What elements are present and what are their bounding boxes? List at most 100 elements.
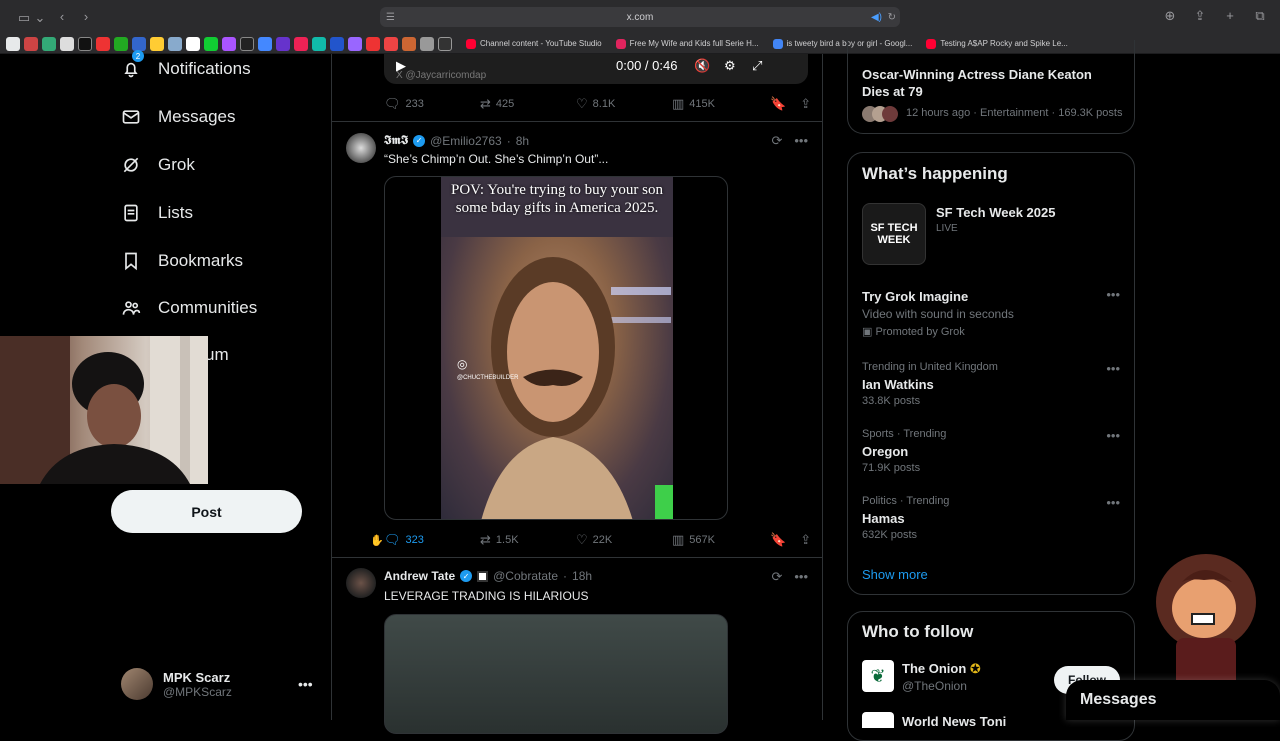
event-title: SF Tech Week 2025 <box>936 205 1056 220</box>
nav-messages[interactable]: Messages <box>120 106 235 128</box>
favicon[interactable] <box>330 36 344 51</box>
favicon[interactable] <box>240 36 254 51</box>
bookmark-icon[interactable]: 🔖 <box>770 96 786 112</box>
like-button[interactable]: ♡ 8.1K <box>576 96 672 112</box>
reply-button[interactable]: 🗨 233 <box>384 96 480 112</box>
nav-lists[interactable]: Lists <box>120 202 193 224</box>
favicon[interactable] <box>222 36 236 51</box>
favicon[interactable] <box>150 36 164 51</box>
tab-overview-icon[interactable]: ⧉ <box>1248 8 1272 24</box>
back-icon[interactable]: ‹ <box>50 9 74 24</box>
favicon[interactable] <box>258 36 272 51</box>
nav-premium[interactable]: um <box>205 345 229 365</box>
grok-icon <box>120 154 142 176</box>
profile-handle: @MPKScarz <box>163 684 232 699</box>
more-icon[interactable]: ••• <box>794 133 808 149</box>
share-icon[interactable]: ⇪ <box>1188 8 1212 24</box>
nav-notifications[interactable]: 2 Notifications <box>120 50 251 80</box>
favicon[interactable] <box>132 36 146 51</box>
tweet-video[interactable] <box>384 614 728 734</box>
author-handle[interactable]: @Cobratate <box>493 569 558 583</box>
event-item[interactable]: SF TECH WEEK SF Tech Week 2025 LIVE <box>862 203 1122 267</box>
chevron-down-icon[interactable]: ⌄ <box>28 10 52 26</box>
avatar <box>862 712 894 728</box>
favicon[interactable] <box>312 36 326 51</box>
tweet-time[interactable]: 18h <box>572 569 592 583</box>
nav-grok[interactable]: Grok <box>120 154 195 176</box>
speaker-icon[interactable]: ◀) <box>871 12 882 23</box>
bookmark-free-my-wife[interactable]: Free My Wife and Kids full Serie H... <box>615 38 759 49</box>
share-icon[interactable]: ⇪ <box>800 532 811 548</box>
forward-icon[interactable]: › <box>74 9 98 24</box>
favicon[interactable] <box>24 36 38 51</box>
bookmark-youtube-studio[interactable]: Channel content - YouTube Studio <box>466 38 602 49</box>
bookmark-icon[interactable]: 🔖 <box>770 532 786 548</box>
favicon[interactable] <box>294 36 308 51</box>
verified-gold-icon: ✪ <box>969 661 981 676</box>
author-name[interactable]: 𝕴𝖒𝕴 <box>384 133 408 148</box>
reload-icon[interactable]: ↻ <box>888 12 896 23</box>
share-icon[interactable]: ⇪ <box>800 96 811 112</box>
reply-button[interactable]: 🗨 323 <box>384 532 480 548</box>
address-bar[interactable]: ☰ x.com ◀) ↻ <box>380 7 900 27</box>
downloads-icon[interactable]: ⊕ <box>1158 8 1182 24</box>
repost-button[interactable]: ⇄ 1.5K <box>480 532 576 548</box>
favicon[interactable] <box>384 36 398 51</box>
favicon[interactable] <box>204 36 218 51</box>
more-icon[interactable]: ••• <box>794 569 808 585</box>
more-icon[interactable]: ••• <box>1106 287 1120 302</box>
favicon[interactable] <box>6 36 20 51</box>
like-button[interactable]: ♡ 22K <box>576 532 672 548</box>
tweet-video[interactable]: POV: You're trying to buy your son some … <box>384 176 728 520</box>
promo-item[interactable]: Try Grok Imagine Video with sound in sec… <box>848 287 1134 343</box>
favicon[interactable] <box>366 36 380 51</box>
messages-drawer[interactable]: Messages <box>1066 680 1280 720</box>
views-button[interactable]: ▥ 415K <box>672 96 768 112</box>
favicon[interactable] <box>438 36 452 51</box>
grok-explain-icon[interactable]: ⟳ <box>771 133 782 149</box>
author-name[interactable]: Andrew Tate <box>384 569 455 583</box>
grok-explain-icon[interactable]: ⟳ <box>771 569 782 585</box>
fullscreen-icon[interactable]: ⤢ <box>752 58 762 74</box>
verified-badge-icon: ✓ <box>413 134 426 147</box>
more-icon[interactable]: ••• <box>298 676 313 692</box>
trend-item[interactable]: Politics · Trending Hamas 632K posts ••• <box>848 495 1134 545</box>
reply-icon: 🗨 <box>384 532 401 547</box>
video-player[interactable]: ▶ X @Jaycarricomdap 0:00 / 0:46 🔇 ⚙ ⤢ <box>384 54 808 84</box>
favicon[interactable] <box>42 36 56 51</box>
mute-icon[interactable]: 🔇 <box>694 58 710 74</box>
tweet-text: “She’s Chimp’n Out. She’s Chimp’n Out”..… <box>384 152 609 166</box>
favicon[interactable] <box>276 36 290 51</box>
show-more-link[interactable]: Show more <box>862 567 928 582</box>
author-handle[interactable]: @Emilio2763 <box>430 134 502 148</box>
nav-bookmarks[interactable]: Bookmarks <box>120 250 243 272</box>
post-button[interactable]: Post <box>111 490 302 533</box>
nav-communities[interactable]: Communities <box>120 297 257 319</box>
more-icon[interactable]: ••• <box>1106 428 1120 443</box>
page-settings-icon[interactable]: ☰ <box>386 12 395 23</box>
favicon[interactable] <box>96 36 110 51</box>
favicon[interactable] <box>60 36 74 51</box>
settings-icon[interactable]: ⚙ <box>724 58 736 74</box>
favicon[interactable] <box>420 36 434 51</box>
avatar[interactable] <box>346 568 376 598</box>
repost-button[interactable]: ⇄ 425 <box>480 96 576 112</box>
avatar[interactable] <box>346 133 376 163</box>
favicon[interactable] <box>186 36 200 51</box>
favicon[interactable] <box>168 36 182 51</box>
new-tab-icon[interactable]: + <box>1218 8 1242 24</box>
favicon[interactable] <box>348 36 362 51</box>
trend-item[interactable]: Sports · Trending Oregon 71.9K posts ••• <box>848 428 1134 478</box>
tweet-time[interactable]: 8h <box>516 134 529 148</box>
news-card[interactable]: Oscar-Winning Actress Diane Keaton Dies … <box>847 40 1135 134</box>
favicon[interactable] <box>402 36 416 51</box>
favicon[interactable] <box>114 36 128 51</box>
views-button[interactable]: ▥ 567K <box>672 532 768 548</box>
more-icon[interactable]: ••• <box>1106 495 1120 510</box>
account-switcher[interactable]: MPK Scarz @MPKScarz <box>121 668 232 700</box>
favicon[interactable] <box>78 36 92 51</box>
people-icon <box>120 297 142 319</box>
trend-item[interactable]: Trending in United Kingdom Ian Watkins 3… <box>848 361 1134 411</box>
repost-icon: ⇄ <box>480 532 491 547</box>
more-icon[interactable]: ••• <box>1106 361 1120 376</box>
